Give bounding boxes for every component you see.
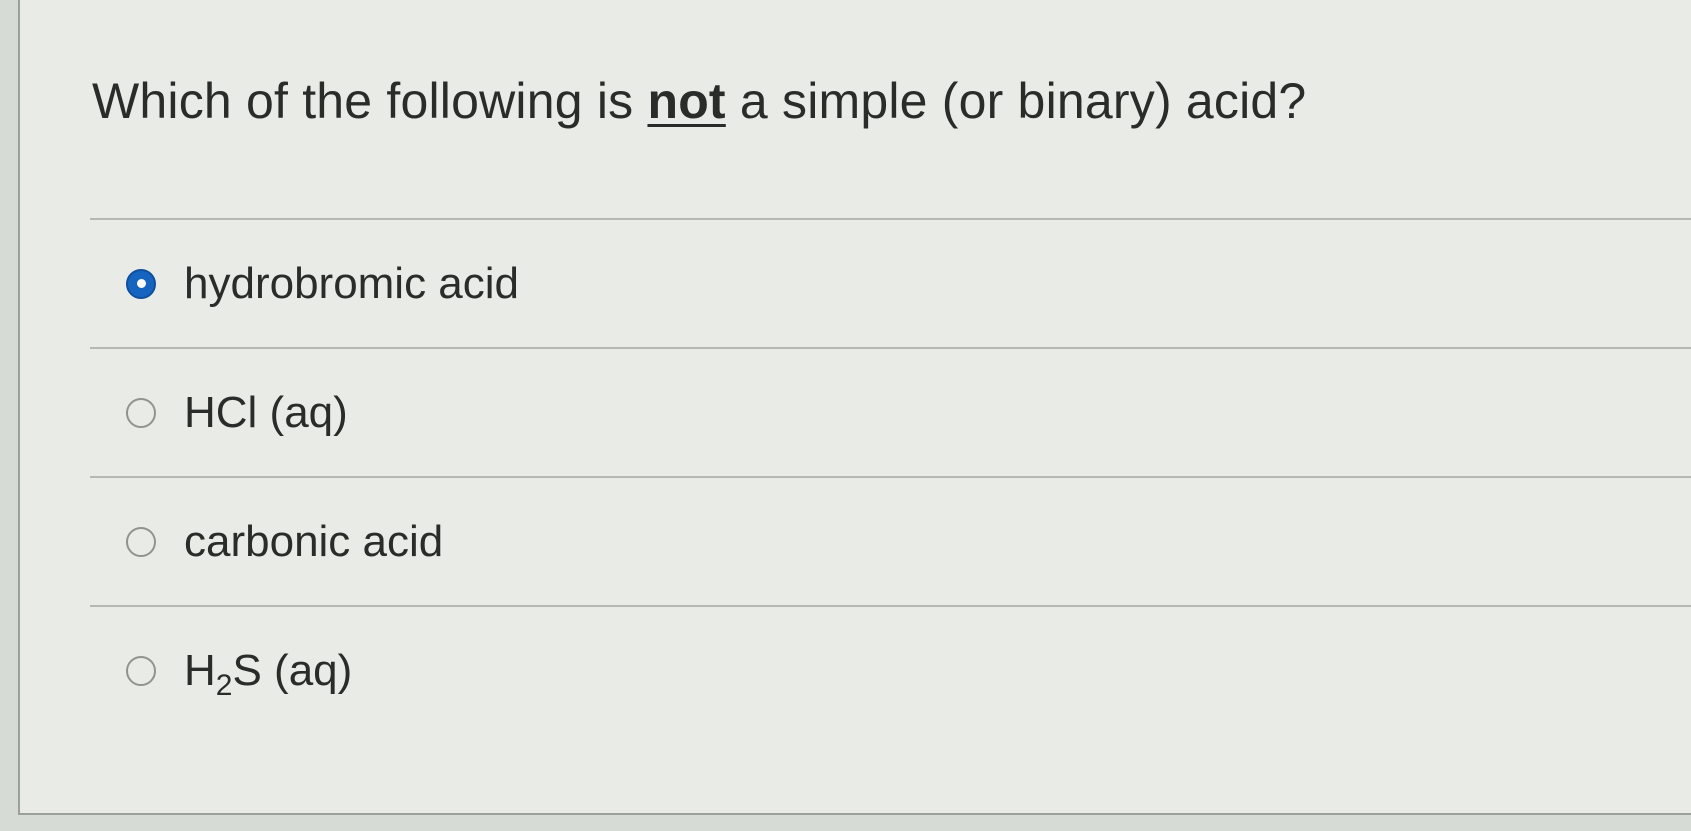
option-label: HCl (aq) <box>184 387 348 437</box>
option-label: H2S (aq) <box>184 645 353 701</box>
radio-dot-icon <box>136 279 146 288</box>
quiz-panel: Which of the following is not a simple (… <box>18 0 1691 815</box>
option-h2s-aq[interactable]: H2S (aq) <box>90 607 1691 734</box>
option-label: hydrobromic acid <box>184 258 520 308</box>
option-carbonic-acid[interactable]: carbonic acid <box>90 478 1691 605</box>
formula-subscript: 2 <box>215 668 233 702</box>
question-text: Which of the following is not a simple (… <box>92 72 1306 130</box>
radio-unselected-icon[interactable] <box>126 655 156 686</box>
answer-options: hydrobromic acid HCl (aq) carbonic acid … <box>90 218 1691 734</box>
option-hcl-aq[interactable]: HCl (aq) <box>90 349 1691 476</box>
formula-element-h: H <box>184 645 216 695</box>
radio-unselected-icon[interactable] <box>126 397 156 428</box>
option-hydrobromic-acid[interactable]: hydrobromic acid <box>90 220 1691 347</box>
question-suffix: a simple (or binary) acid? <box>725 73 1307 129</box>
option-label: carbonic acid <box>184 516 444 566</box>
question-prefix: Which of the following is <box>92 73 648 129</box>
formula-remainder: S (aq) <box>232 645 353 695</box>
question-emphasis: not <box>647 73 726 129</box>
radio-selected-icon[interactable] <box>126 268 156 299</box>
radio-unselected-icon[interactable] <box>126 526 156 557</box>
